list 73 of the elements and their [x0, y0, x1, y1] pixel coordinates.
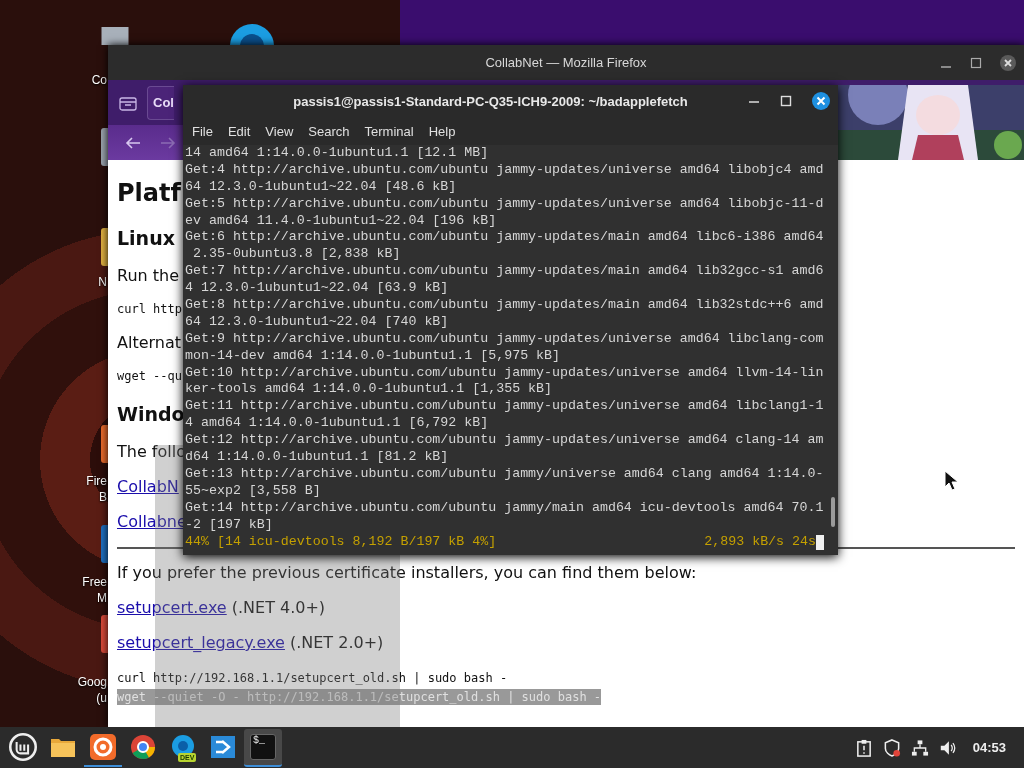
- menu-item[interactable]: Search: [308, 123, 350, 139]
- progress-text: 44% [14 icu-devtools 8,192 B/197 kB 4%]: [185, 534, 497, 552]
- browser-icon: [129, 732, 157, 761]
- command-text: wget --qu: [117, 368, 183, 384]
- close-button[interactable]: [812, 92, 830, 110]
- terminal-line: ker-tools amd64 1:14.0.0-1ubuntu1.1 [1,355 kB]: [185, 381, 554, 399]
- app-icon[interactable]: [101, 128, 108, 166]
- terminal-line: Get:4 http://archive.ubuntu.com/ubuntu jammy-updates/universe amd64 libobjc4 amd: [185, 161, 825, 179]
- icon-label: Fire: [85, 473, 107, 489]
- icon-label: Free: [81, 574, 107, 590]
- window-title: CollabNet — Mozilla Firefox: [485, 55, 647, 70]
- terminal-line: 4 amd64 1:14.0.0-1ubuntu1.1 [6,792 kB]: [185, 415, 490, 433]
- browser-tab[interactable]: Col: [147, 85, 174, 120]
- terminal-line: Get:10 http://archive.ubuntu.com/ubuntu jammy-updates/universe amd64 llvm-14-lin: [185, 364, 825, 382]
- terminal-line: Get:12 http://archive.ubuntu.com/ubuntu jammy-updates/universe amd64 clang-14 am: [185, 432, 825, 450]
- menu-item[interactable]: View: [265, 123, 294, 139]
- mint-logo-icon: [9, 732, 37, 761]
- paragraph: Run the: [117, 266, 180, 285]
- terminal-line: Get:7 http://archive.ubuntu.com/ubuntu jammy-updates/main amd64 lib32gcc-s1 amd6: [185, 263, 825, 281]
- menu-item[interactable]: Edit: [227, 123, 251, 139]
- speed-text: 2,893 kB/s 24s: [704, 534, 816, 552]
- mouse-cursor-icon: [944, 470, 959, 491]
- terminal-line: Get:11 http://archive.ubuntu.com/ubuntu jammy-updates/universe amd64 libclang1-1: [185, 398, 825, 414]
- terminal-line: -2 [197 kB]: [185, 516, 274, 534]
- app-icon[interactable]: [101, 228, 108, 266]
- terminal-line: Get:5 http://archive.ubuntu.com/ubuntu jammy-updates/universe amd64 libobjc-11-d: [185, 195, 825, 213]
- icon-label: (u: [95, 690, 107, 706]
- terminal-line: Get:13 http://archive.ubuntu.com/ubuntu jammy/universe amd64 clang amd64 1:14.0-: [185, 465, 825, 483]
- icon-label: N: [97, 274, 107, 290]
- terminal-line: 55~exp2 [3,558 B]: [185, 482, 322, 500]
- icon-label: Co: [90, 72, 107, 88]
- version-note: (.NET 4.0+): [231, 598, 326, 617]
- terminal-line: 14 amd64 1:14.0.0-1ubuntu1.1 [12.1 MB]: [185, 145, 490, 162]
- paragraph: If you prefer the previous certificate installers, you can find them below:: [117, 563, 697, 582]
- terminal-line: Get:14 http://archive.ubuntu.com/ubuntu jammy/main amd64 icu-devtools amd64 70.1: [185, 499, 825, 517]
- version-note: (.NET 2.0+): [289, 633, 384, 652]
- window-title: passis1@passis1-Standard-PC-Q35-ICH9-2009: ~/badapplefetch: [293, 93, 688, 109]
- section-heading: Linux: [117, 226, 175, 250]
- terminal-line: Get:6 http://archive.ubuntu.com/ubuntu jammy-updates/main amd64 libc6-i386 amd64: [185, 229, 825, 247]
- terminal-line: 4 12.3.0-1ubuntu1~22.04 [63.9 kB]: [185, 280, 450, 297]
- terminal-line: Get:8 http://archive.ubuntu.com/ubuntu jammy-updates/main amd64 lib32stdc++6 amd: [185, 297, 825, 314]
- terminal-line: d64 1:14.0.0-1ubuntu1.1 [81.2 kB]: [185, 449, 450, 466]
- terminal-line: mon-14-dev amd64 1:14.0.0-1ubuntu1.1 [5,975 kB]: [185, 347, 562, 365]
- text-cursor: [816, 535, 824, 551]
- terminal-line: ev amd64 11.4.0-1ubuntu1~22.04 [196 kB]: [185, 212, 498, 230]
- command-text: curl http://192.168.1.1/setupcert_old.sh | sudo bash -: [117, 670, 508, 686]
- terminal-line: Get:9 http://archive.ubuntu.com/ubuntu jammy-updates/universe amd64 libclang-com: [185, 330, 825, 348]
- command-text: curl http: [117, 301, 183, 317]
- taskbar-button[interactable]: $_: [244, 728, 282, 767]
- terminal-line: 64 12.3.0-1ubuntu1~22.04 [740 kB]: [185, 313, 450, 331]
- maximize-button[interactable]: [970, 56, 982, 69]
- terminal-line: 2.35-0ubuntu3.8 [2,838 kB]: [191, 246, 402, 264]
- menu-item[interactable]: Help: [428, 123, 456, 139]
- icon-label: M: [96, 590, 107, 606]
- network-icon[interactable]: [910, 738, 929, 757]
- paragraph: Alternat: [117, 333, 182, 352]
- terminal-icon: $_: [250, 733, 276, 760]
- menu-item[interactable]: File: [192, 123, 213, 139]
- app-icon: [100, 27, 130, 45]
- scrollbar[interactable]: [828, 145, 838, 555]
- fox-icon: [89, 732, 117, 761]
- menu-item[interactable]: Terminal: [364, 123, 414, 139]
- download-link[interactable]: setupcert_legacy.exe: [117, 633, 285, 652]
- page-heading: Platf: [117, 178, 181, 208]
- close-button[interactable]: [1000, 54, 1016, 71]
- clipboard-icon[interactable]: [854, 738, 873, 757]
- icon-label: Goog: [76, 674, 107, 690]
- clock[interactable]: 04:53: [972, 740, 1006, 755]
- download-link[interactable]: CollabN: [117, 477, 179, 496]
- icon-label: B: [98, 489, 107, 505]
- terminal-line: 64 12.3.0-1ubuntu1~22.04 [48.6 kB]: [185, 178, 458, 196]
- shield-icon[interactable]: [882, 738, 901, 757]
- download-link[interactable]: setupcert.exe: [117, 598, 227, 617]
